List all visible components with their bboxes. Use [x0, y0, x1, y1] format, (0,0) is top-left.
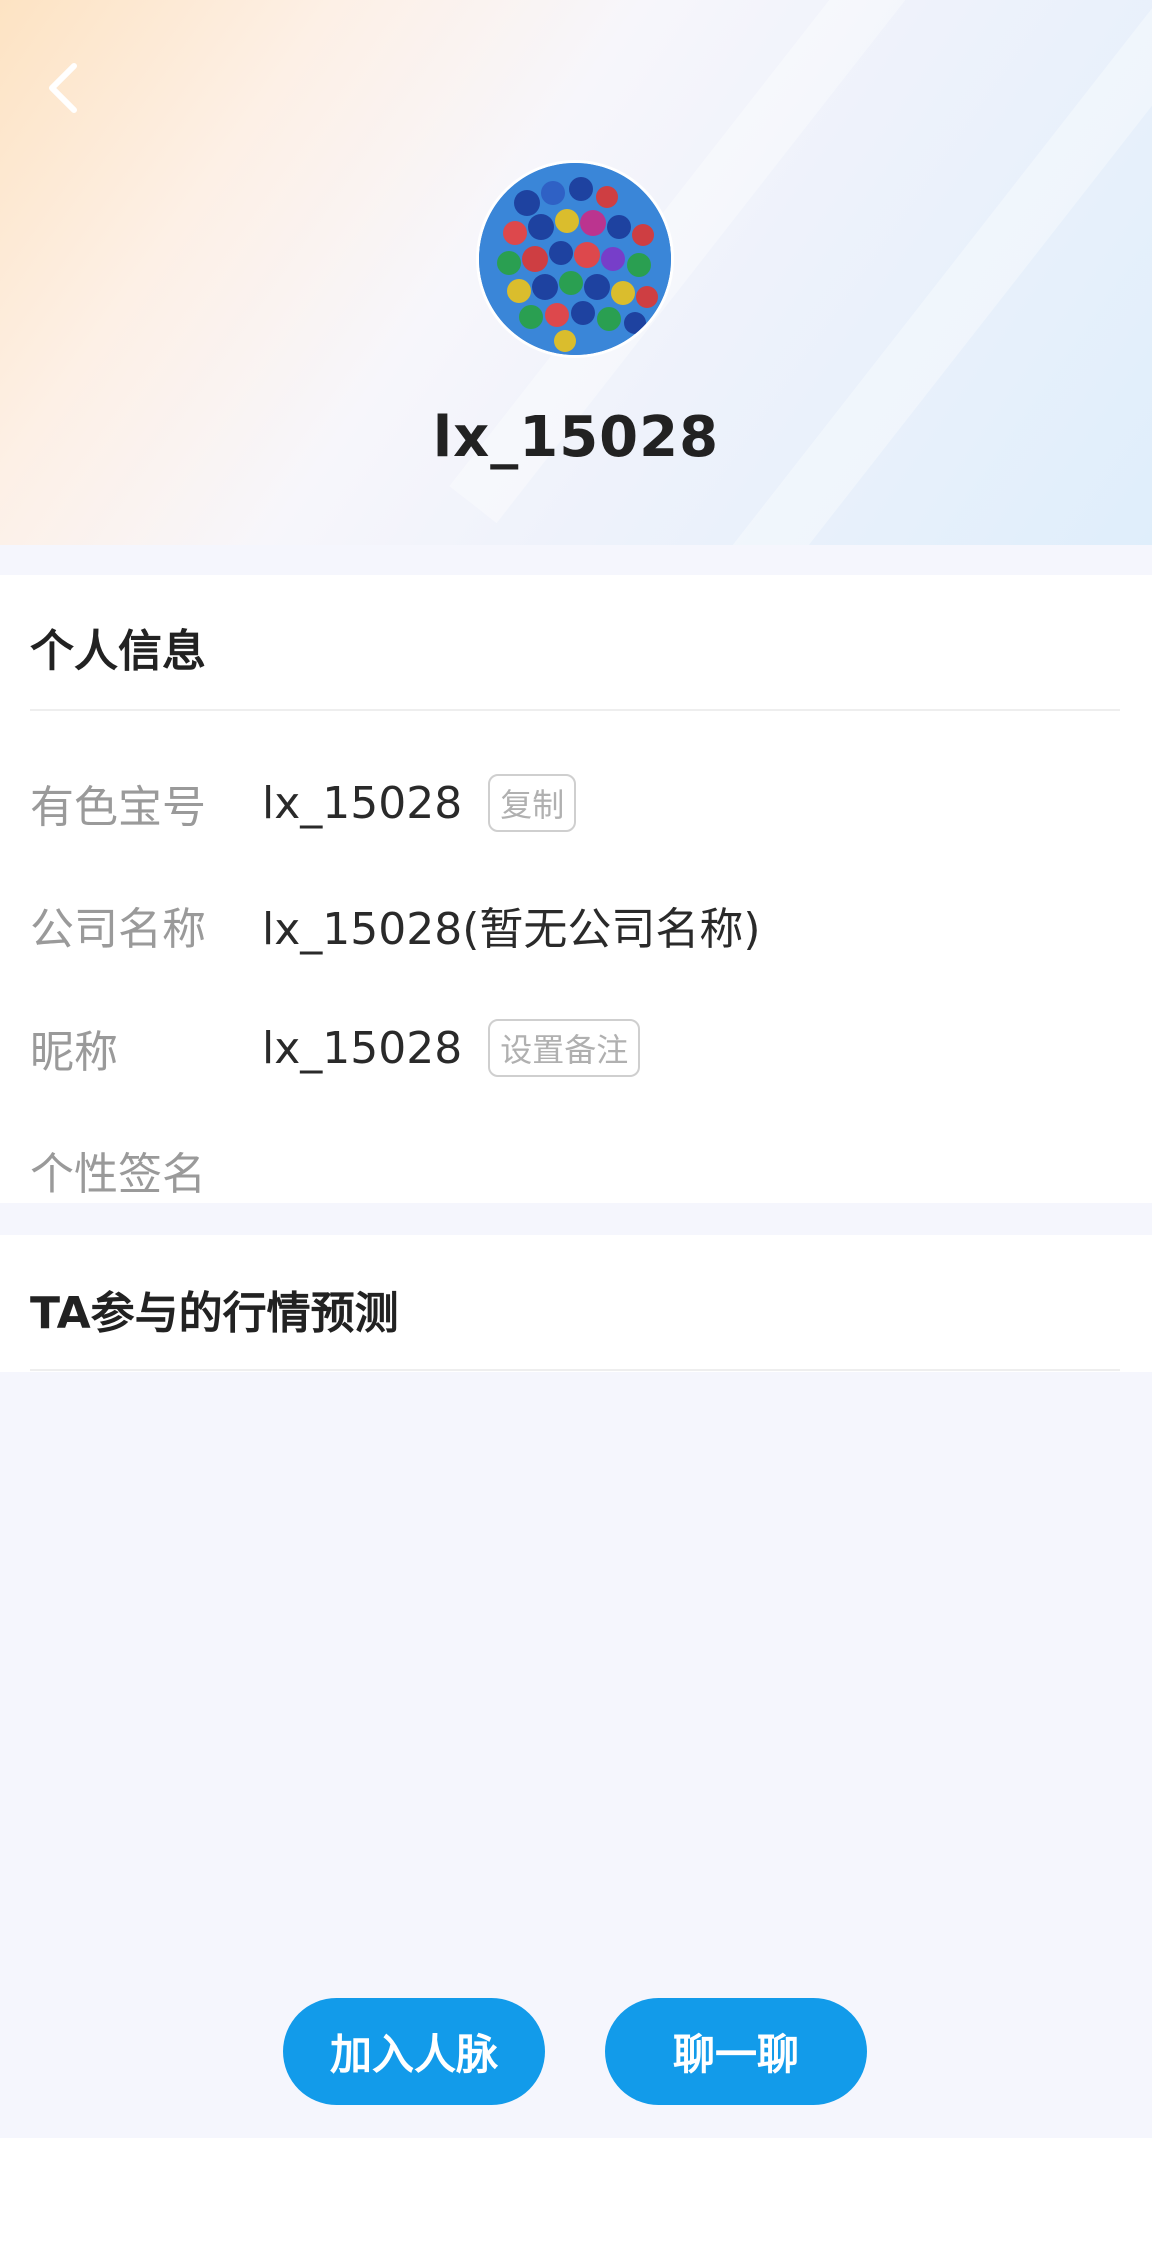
info-row-company: 公司名称 lx_15028(暂无公司名称): [30, 895, 761, 955]
nickname-value: lx_15028: [262, 1022, 463, 1074]
profile-username: lx_15028: [432, 405, 720, 470]
info-label: 公司名称: [30, 904, 206, 955]
chat-button[interactable]: 聊一聊: [605, 1998, 867, 2105]
company-name-value: lx_15028(暂无公司名称): [262, 904, 761, 955]
info-label: 个性签名: [30, 1149, 206, 1200]
divider: [30, 709, 1120, 711]
section-gap: [0, 1203, 1152, 1235]
set-remark-button[interactable]: 设置备注: [488, 1019, 641, 1077]
add-contact-button[interactable]: 加入人脉: [283, 1998, 545, 2105]
personal-info-card: 个人信息 有色宝号 lx_15028 复制 公司名称 lx_15028(暂无公司…: [0, 575, 1152, 1203]
info-label: 昵称: [30, 1027, 118, 1078]
profile-header: lx_15028: [0, 0, 1152, 545]
profile-page: lx_15028 个人信息 有色宝号 lx_15028 复制 公司名称 lx_1…: [0, 0, 1152, 2256]
predictions-title: TA参与的行情预测: [30, 1288, 399, 1339]
back-button[interactable]: [36, 56, 92, 120]
predictions-list-empty: [0, 1372, 1152, 2138]
copy-button[interactable]: 复制: [488, 774, 577, 832]
chevron-left-icon: [49, 63, 77, 113]
info-row-account-id: 有色宝号 lx_15028 复制: [30, 773, 577, 833]
info-row-signature: 个性签名: [30, 1140, 262, 1200]
balloons-avatar-image: [479, 163, 671, 355]
account-id-value: lx_15028: [262, 777, 463, 829]
section-gap: [0, 545, 1152, 575]
avatar[interactable]: [476, 160, 674, 358]
divider: [30, 1369, 1120, 1371]
info-row-nickname: 昵称 lx_15028 设置备注: [30, 1018, 641, 1078]
info-label: 有色宝号: [30, 782, 206, 833]
predictions-section: TA参与的行情预测: [0, 1235, 1152, 1372]
personal-info-title: 个人信息: [30, 626, 206, 677]
